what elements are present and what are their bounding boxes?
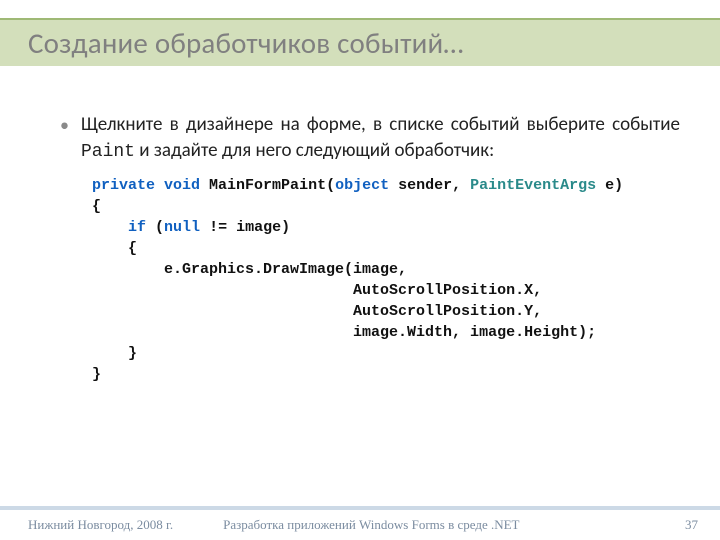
slide: Создание обработчиков событий… • Щелкнит… (0, 0, 720, 540)
bullet-item: • Щелкните в дизайнере на форме, в списк… (60, 112, 680, 165)
code-l4: { (92, 240, 137, 257)
code-kw-null: null (164, 219, 200, 236)
code-l6: AutoScrollPosition.X, (92, 282, 542, 299)
code-l7: AutoScrollPosition.Y, (92, 303, 542, 320)
code-l3c: != image) (200, 219, 290, 236)
code-l10: } (92, 366, 101, 383)
code-l5: e.Graphics.DrawImage(image, (92, 261, 407, 278)
slide-title: Создание обработчиков событий… (28, 25, 464, 61)
bullet-text-prefix: Щелкните в дизайнере на форме, в списке … (81, 113, 680, 136)
code-kw-void: void (164, 177, 200, 194)
slide-body: • Щелкните в дизайнере на форме, в списк… (60, 112, 680, 385)
code-l3a (92, 219, 128, 236)
footer-left: Нижний Новгород, 2008 г. (28, 517, 173, 533)
code-after-args: e) (596, 177, 623, 194)
bullet-text: Щелкните в дизайнере на форме, в списке … (81, 112, 680, 165)
bullet-text-suffix: и задайте для него следующий обработчик: (135, 139, 494, 162)
bullet-marker: • (60, 112, 69, 165)
code-block: private void MainFormPaint(object sender… (92, 175, 680, 385)
footer-page-number: 37 (685, 517, 698, 533)
footer: Нижний Новгород, 2008 г. Разработка прил… (0, 510, 720, 540)
code-l8: image.Width, image.Height); (92, 324, 596, 341)
code-l2: { (92, 198, 101, 215)
code-class-args: PaintEventArgs (470, 177, 596, 194)
code-method: MainFormPaint( (200, 177, 335, 194)
code-kw-object: object (335, 177, 389, 194)
code-l3b: ( (146, 219, 164, 236)
code-l9: } (92, 345, 137, 362)
code-kw-private: private (92, 177, 155, 194)
title-band: Создание обработчиков событий… (0, 18, 720, 66)
code-sender: sender, (389, 177, 470, 194)
footer-center: Разработка приложений Windows Forms в ср… (173, 517, 685, 533)
code-kw-if: if (128, 219, 146, 236)
bullet-mono-word: Paint (81, 142, 135, 162)
